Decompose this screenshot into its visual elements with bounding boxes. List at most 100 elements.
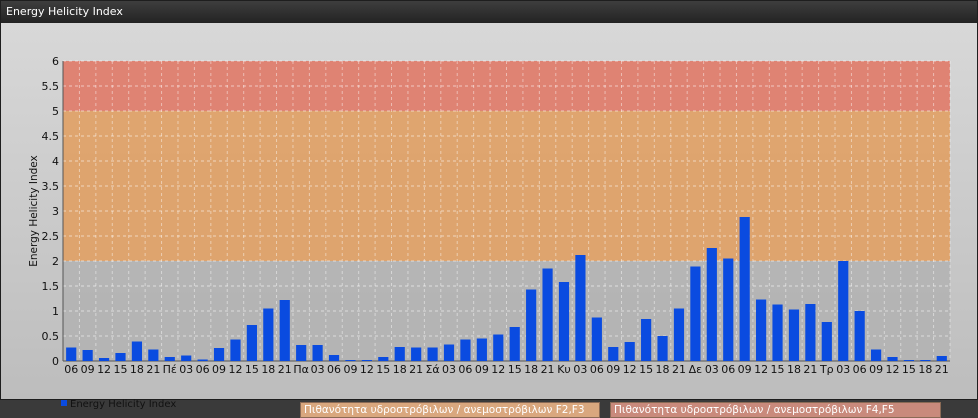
x-tick-label: 09 bbox=[869, 363, 883, 376]
chart-area: 0 0.5 1 1.5 2 2.5 3 3.5 4 4.5 5 5.5 6 Energy Helicity… bbox=[1, 23, 977, 418]
x-tick-label: 18 bbox=[393, 363, 407, 376]
bar bbox=[690, 266, 701, 361]
y-tick-label: 2.5 bbox=[42, 230, 60, 243]
x-tick-label: 12 bbox=[886, 363, 900, 376]
bar bbox=[788, 309, 800, 361]
x-tick-label: 18 bbox=[787, 363, 801, 376]
bar bbox=[624, 342, 635, 361]
bar bbox=[870, 349, 882, 361]
x-tick-label: 21 bbox=[672, 363, 686, 376]
x-tick-label: Τρ bbox=[819, 363, 834, 376]
y-tick-label: 0.5 bbox=[42, 330, 60, 343]
x-tick-label: 18 bbox=[261, 363, 275, 376]
bar bbox=[854, 311, 865, 361]
bar bbox=[608, 347, 619, 361]
chart-window: Energy Helicity Index 0 0.5 1 1.5 2 2.5 3 3.5 4 4… bbox=[0, 0, 978, 418]
x-tick-label: 06 bbox=[721, 363, 735, 376]
y-axis-title: Energy Helicity Index bbox=[28, 155, 40, 267]
x-tick-label: 06 bbox=[853, 363, 867, 376]
bar bbox=[838, 261, 849, 361]
y-tick-label: 6 bbox=[52, 55, 59, 68]
x-tick-label: 09 bbox=[738, 363, 752, 376]
x-tick-label: 09 bbox=[81, 363, 95, 376]
band-legend-f4f5: Πιθανότητα υδροστρόβιλων / ανεμοστρόβιλω… bbox=[610, 402, 941, 418]
bar bbox=[148, 349, 159, 361]
bar bbox=[263, 308, 274, 361]
x-tick-label: Πέ bbox=[163, 363, 177, 376]
x-tick-label: 15 bbox=[113, 363, 127, 376]
x-tick-label: 12 bbox=[754, 363, 768, 376]
x-tick-label: 03 bbox=[836, 363, 850, 376]
y-tick-label: 5 bbox=[52, 105, 59, 118]
bar bbox=[936, 356, 947, 361]
bar bbox=[772, 304, 783, 361]
bar bbox=[575, 255, 586, 361]
bar bbox=[673, 308, 685, 361]
bar bbox=[131, 341, 143, 361]
x-tick-label: 12 bbox=[97, 363, 111, 376]
y-tick-label: 5.5 bbox=[42, 80, 60, 93]
bar bbox=[230, 339, 241, 361]
x-tick-label: 12 bbox=[228, 363, 242, 376]
x-tick-label: 03 bbox=[179, 363, 193, 376]
x-tick-label: 12 bbox=[360, 363, 374, 376]
bar bbox=[920, 360, 931, 361]
x-tick-label: 18 bbox=[918, 363, 932, 376]
bar bbox=[246, 325, 257, 361]
x-tick-label: 21 bbox=[803, 363, 817, 376]
x-tick-label: 15 bbox=[508, 363, 522, 376]
x-tick-label: Σά bbox=[425, 363, 439, 376]
series-legend: Energy Helicity Index bbox=[61, 398, 176, 412]
bar bbox=[903, 360, 915, 361]
bar bbox=[542, 268, 553, 361]
bar bbox=[181, 355, 192, 361]
bar bbox=[887, 357, 898, 361]
bar bbox=[427, 347, 438, 361]
x-tick-label: 15 bbox=[639, 363, 653, 376]
bar bbox=[115, 353, 126, 361]
x-tick-label: 21 bbox=[541, 363, 555, 376]
bar bbox=[328, 355, 340, 361]
bar bbox=[164, 357, 175, 361]
series-legend-label: Energy Helicity Index bbox=[70, 399, 177, 410]
y-tick-label: 4 bbox=[52, 155, 59, 168]
bar bbox=[66, 347, 77, 361]
bar bbox=[509, 327, 520, 361]
bar bbox=[279, 300, 290, 361]
bar bbox=[361, 360, 372, 361]
x-tick-label: 18 bbox=[130, 363, 144, 376]
bar bbox=[378, 357, 389, 361]
bar bbox=[443, 344, 455, 361]
y-tick-label: 3 bbox=[52, 205, 59, 218]
bar bbox=[213, 348, 225, 361]
y-tick-label: 0 bbox=[52, 355, 59, 368]
x-tick-label: Δε bbox=[689, 363, 703, 376]
x-tick-label: 18 bbox=[524, 363, 538, 376]
bar bbox=[312, 345, 323, 361]
x-tick-label: 09 bbox=[343, 363, 357, 376]
bar bbox=[296, 345, 307, 361]
x-tick-label: 12 bbox=[623, 363, 637, 376]
x-tick-label: 21 bbox=[278, 363, 292, 376]
bar bbox=[345, 360, 356, 361]
y-tick-label: 4.5 bbox=[42, 130, 60, 143]
x-tick-label: 03 bbox=[311, 363, 325, 376]
x-tick-label: Πα bbox=[293, 363, 309, 376]
bar bbox=[723, 258, 734, 361]
x-tick-label: 09 bbox=[606, 363, 620, 376]
x-tick-label: 06 bbox=[64, 363, 78, 376]
bar bbox=[657, 336, 668, 361]
x-tick-label: 12 bbox=[491, 363, 505, 376]
bar bbox=[591, 317, 602, 361]
bar bbox=[558, 282, 570, 361]
bar bbox=[821, 322, 832, 361]
bar bbox=[641, 319, 652, 361]
bar bbox=[756, 299, 767, 361]
x-tick-label: 21 bbox=[409, 363, 423, 376]
bar bbox=[411, 347, 422, 361]
x-tick-label: 06 bbox=[196, 363, 210, 376]
bar-chart: 0 0.5 1 1.5 2 2.5 3 3.5 4 4.5 5 5.5 6 Energy Helicity… bbox=[28, 55, 951, 376]
window-title: Energy Helicity Index bbox=[1, 1, 977, 23]
y-tick-label: 3.5 bbox=[42, 180, 60, 193]
bar bbox=[805, 304, 816, 361]
